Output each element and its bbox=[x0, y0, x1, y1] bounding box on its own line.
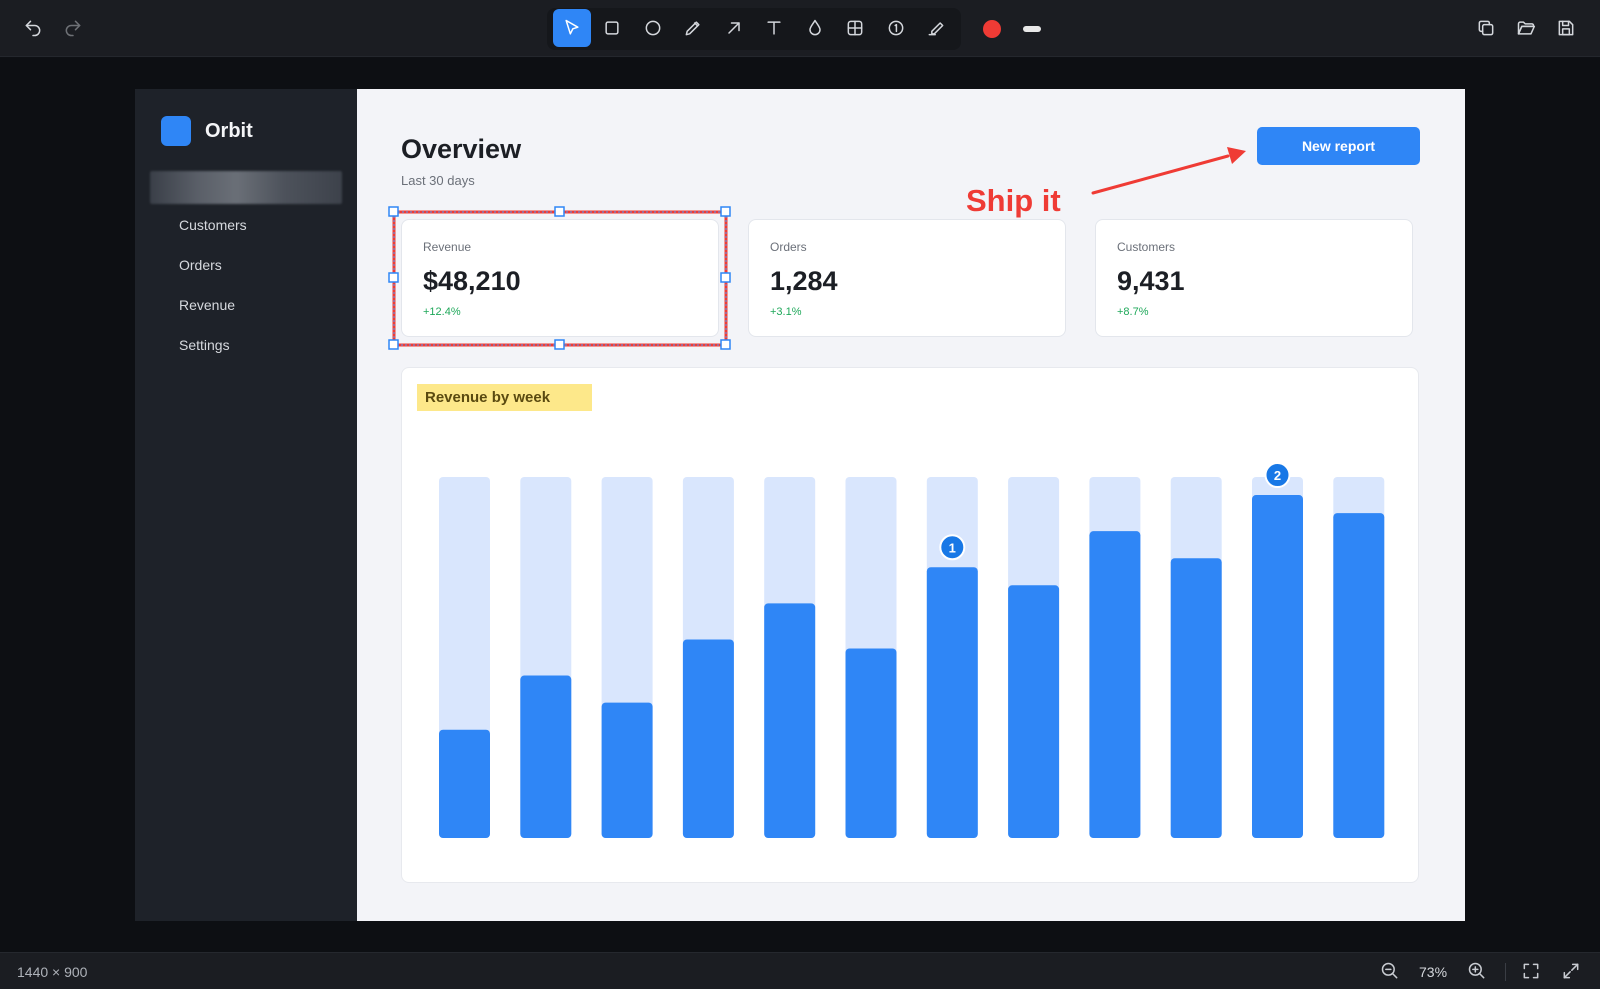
card-value: 9,431 bbox=[1117, 266, 1185, 296]
select-tool-icon[interactable] bbox=[553, 9, 591, 47]
chart-title-highlight: Revenue by week bbox=[417, 384, 592, 411]
copy-icon[interactable] bbox=[1467, 9, 1505, 47]
orders-card[interactable]: Orders 1,284 +3.1% bbox=[748, 219, 1066, 337]
rectangle-tool-icon[interactable] bbox=[593, 9, 631, 47]
pen-tool-icon[interactable] bbox=[674, 9, 712, 47]
chart-bar bbox=[1252, 495, 1303, 838]
annotation-text[interactable]: Ship it bbox=[966, 183, 1061, 219]
card-label: Orders bbox=[770, 240, 807, 254]
text-tool-icon[interactable] bbox=[755, 9, 793, 47]
chart-bar bbox=[1333, 513, 1385, 838]
step-marker-label: 2 bbox=[1274, 468, 1281, 483]
zoom-out-icon[interactable] bbox=[1380, 961, 1402, 983]
chart-bar bbox=[845, 648, 897, 838]
sidebar: Orbit Customers Orders Revenue Settings bbox=[135, 89, 357, 921]
fit-to-screen-icon[interactable] bbox=[1521, 961, 1543, 983]
logo-icon bbox=[161, 116, 191, 146]
step-counter-tool-icon[interactable] bbox=[877, 9, 915, 47]
blur-tool-icon[interactable] bbox=[796, 9, 834, 47]
card-delta: +12.4% bbox=[423, 306, 461, 318]
card-delta: +3.1% bbox=[770, 306, 802, 318]
chart-bar bbox=[439, 729, 490, 838]
sidebar-item-orders[interactable]: Orders bbox=[179, 257, 222, 273]
page-subtitle: Last 30 days bbox=[401, 173, 475, 188]
zoom-in-icon[interactable] bbox=[1467, 961, 1489, 983]
step-marker[interactable]: 2 bbox=[1264, 462, 1291, 489]
card-value: $48,210 bbox=[423, 266, 521, 296]
new-report-button[interactable]: New report bbox=[1257, 127, 1420, 165]
card-value: 1,284 bbox=[770, 266, 838, 296]
sidebar-item-settings[interactable]: Settings bbox=[179, 337, 230, 353]
page-title: Overview bbox=[401, 134, 522, 164]
ellipse-tool-icon[interactable] bbox=[634, 9, 672, 47]
sidebar-item-revenue[interactable]: Revenue bbox=[179, 297, 235, 313]
revenue-card[interactable]: Revenue $48,210 +12.4% bbox=[401, 219, 719, 337]
chart-bar bbox=[1089, 531, 1141, 838]
screenshot-app: Orbit Customers Orders Revenue Settings … bbox=[135, 89, 1465, 921]
zoom-level: 73% bbox=[1419, 964, 1448, 980]
card-label: Customers bbox=[1117, 240, 1176, 254]
redo-icon[interactable] bbox=[54, 9, 92, 47]
chart-bar bbox=[520, 675, 572, 838]
chart-bar bbox=[1170, 558, 1222, 838]
sidebar-item-customers[interactable]: Customers bbox=[179, 217, 247, 233]
card-label: Revenue bbox=[423, 240, 472, 254]
card-delta: +8.7% bbox=[1117, 306, 1149, 318]
chart-bar bbox=[682, 639, 734, 838]
chart-bar bbox=[764, 603, 816, 838]
customers-card[interactable]: Customers 9,431 +8.7% bbox=[1095, 219, 1413, 337]
chart-bar bbox=[1008, 585, 1060, 838]
undo-icon[interactable] bbox=[14, 9, 52, 47]
chart-bar bbox=[926, 567, 978, 838]
status-bar: 1440 × 900 73% bbox=[0, 952, 1600, 989]
step-marker-label: 1 bbox=[949, 540, 956, 555]
logo-text: Orbit bbox=[205, 120, 253, 142]
highlighter-tool-icon[interactable] bbox=[917, 9, 955, 47]
revenue-bar-chart: 12 bbox=[439, 462, 1385, 838]
grid-tool-icon[interactable] bbox=[836, 9, 874, 47]
canvas-dimensions: 1440 × 900 bbox=[17, 964, 88, 980]
stroke-width-icon[interactable] bbox=[1023, 26, 1041, 32]
revenue-chart-card: 12 Revenue by week bbox=[401, 367, 1419, 883]
step-marker[interactable]: 1 bbox=[939, 534, 966, 561]
chart-bar bbox=[601, 702, 653, 838]
color-picker-swatch[interactable] bbox=[983, 20, 1001, 38]
open-folder-icon[interactable] bbox=[1507, 9, 1545, 47]
editor-toolbar bbox=[0, 0, 1600, 57]
blurred-nav-item bbox=[150, 171, 342, 204]
arrow-tool-icon[interactable] bbox=[715, 9, 753, 47]
divider bbox=[1505, 963, 1506, 981]
fullscreen-icon[interactable] bbox=[1561, 961, 1583, 983]
save-icon[interactable] bbox=[1547, 9, 1585, 47]
